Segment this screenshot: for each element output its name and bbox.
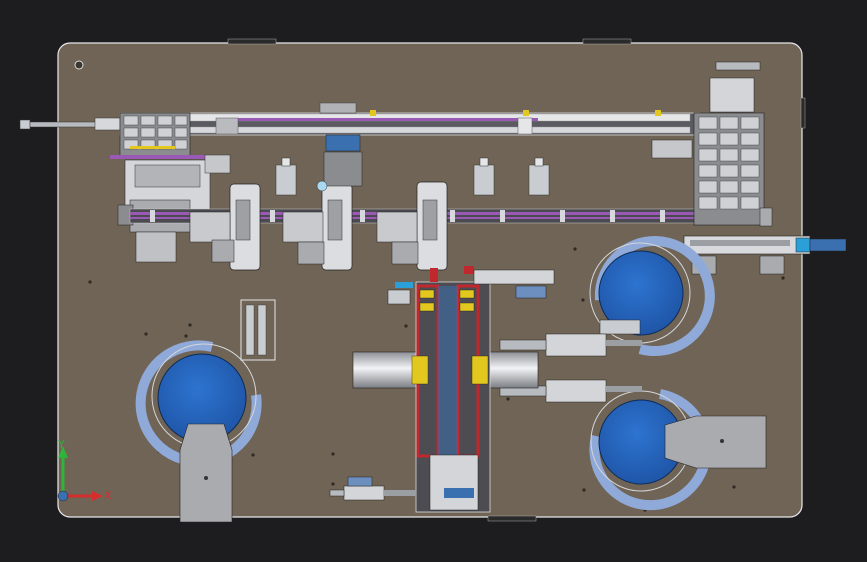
plate-tab	[800, 97, 806, 129]
mounting-hole	[74, 60, 84, 70]
axis-x-label: X	[104, 489, 112, 502]
axis-y-label: Y	[57, 438, 65, 451]
plate-tab	[582, 38, 632, 45]
plate-tab	[487, 515, 537, 522]
cad-viewport[interactable]: Y X	[0, 0, 867, 562]
assembly-drawing: Y X	[19, 38, 847, 523]
plate-tab	[227, 38, 277, 45]
